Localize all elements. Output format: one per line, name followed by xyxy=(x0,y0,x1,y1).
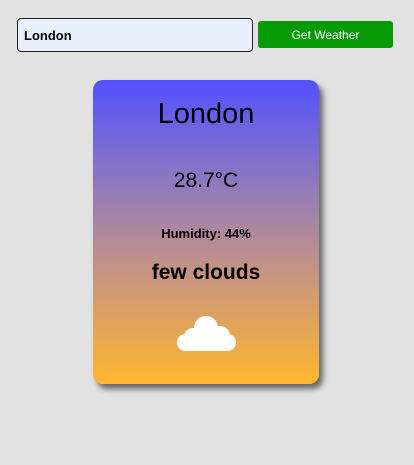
cloud-icon xyxy=(177,316,236,351)
get-weather-button[interactable]: Get Weather xyxy=(258,21,393,48)
humidity: Humidity: 44% xyxy=(93,226,319,242)
search-bar: Get Weather xyxy=(17,18,393,52)
humidity-label: Humidity: xyxy=(161,226,225,241)
weather-card: London 28.7°C Humidity: 44% few clouds xyxy=(93,80,319,384)
city-input[interactable] xyxy=(17,18,253,52)
humidity-value: 44 xyxy=(224,226,240,241)
city-name: London xyxy=(157,98,255,130)
humidity-unit: % xyxy=(239,226,251,241)
temperature: 28.7°C xyxy=(173,169,239,192)
weather-description: few clouds xyxy=(151,261,261,284)
